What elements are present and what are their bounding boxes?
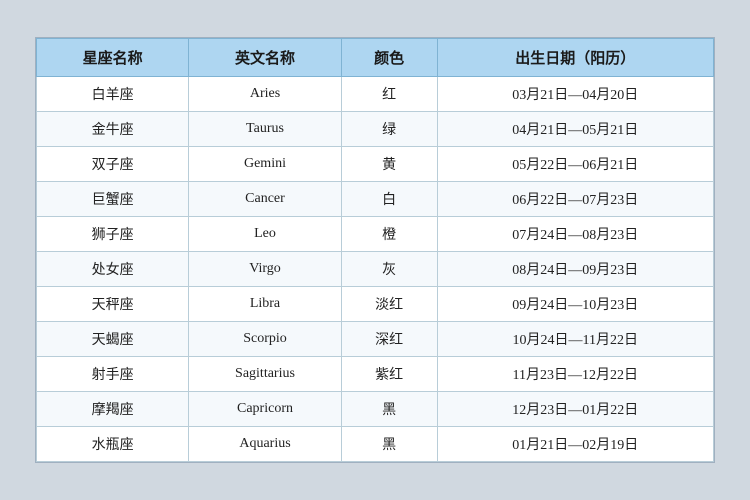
cell-english-name: Libra (189, 287, 341, 322)
cell-english-name: Cancer (189, 182, 341, 217)
cell-chinese-name: 狮子座 (37, 217, 189, 252)
cell-dates: 11月23日—12月22日 (437, 357, 713, 392)
cell-color: 淡红 (341, 287, 437, 322)
cell-chinese-name: 金牛座 (37, 112, 189, 147)
cell-chinese-name: 天秤座 (37, 287, 189, 322)
cell-color: 红 (341, 77, 437, 112)
cell-color: 灰 (341, 252, 437, 287)
cell-chinese-name: 白羊座 (37, 77, 189, 112)
cell-chinese-name: 射手座 (37, 357, 189, 392)
cell-color: 黑 (341, 392, 437, 427)
table-row: 射手座Sagittarius紫红11月23日—12月22日 (37, 357, 714, 392)
header-color: 颜色 (341, 39, 437, 77)
cell-english-name: Sagittarius (189, 357, 341, 392)
cell-color: 白 (341, 182, 437, 217)
cell-english-name: Taurus (189, 112, 341, 147)
header-dates: 出生日期（阳历） (437, 39, 713, 77)
cell-chinese-name: 天蝎座 (37, 322, 189, 357)
cell-dates: 03月21日—04月20日 (437, 77, 713, 112)
cell-color: 黑 (341, 427, 437, 462)
table-header-row: 星座名称 英文名称 颜色 出生日期（阳历） (37, 39, 714, 77)
cell-dates: 10月24日—11月22日 (437, 322, 713, 357)
cell-dates: 07月24日—08月23日 (437, 217, 713, 252)
zodiac-table: 星座名称 英文名称 颜色 出生日期（阳历） 白羊座Aries红03月21日—04… (36, 38, 714, 462)
cell-chinese-name: 处女座 (37, 252, 189, 287)
header-chinese-name: 星座名称 (37, 39, 189, 77)
cell-english-name: Gemini (189, 147, 341, 182)
cell-color: 橙 (341, 217, 437, 252)
cell-color: 紫红 (341, 357, 437, 392)
table-row: 狮子座Leo橙07月24日—08月23日 (37, 217, 714, 252)
table-row: 金牛座Taurus绿04月21日—05月21日 (37, 112, 714, 147)
cell-english-name: Aquarius (189, 427, 341, 462)
table-row: 天秤座Libra淡红09月24日—10月23日 (37, 287, 714, 322)
cell-dates: 12月23日—01月22日 (437, 392, 713, 427)
table-body: 白羊座Aries红03月21日—04月20日金牛座Taurus绿04月21日—0… (37, 77, 714, 462)
table-row: 白羊座Aries红03月21日—04月20日 (37, 77, 714, 112)
cell-english-name: Capricorn (189, 392, 341, 427)
cell-dates: 04月21日—05月21日 (437, 112, 713, 147)
cell-dates: 08月24日—09月23日 (437, 252, 713, 287)
cell-english-name: Leo (189, 217, 341, 252)
header-english-name: 英文名称 (189, 39, 341, 77)
cell-chinese-name: 双子座 (37, 147, 189, 182)
zodiac-table-container: 星座名称 英文名称 颜色 出生日期（阳历） 白羊座Aries红03月21日—04… (35, 37, 715, 463)
cell-dates: 01月21日—02月19日 (437, 427, 713, 462)
cell-color: 黄 (341, 147, 437, 182)
cell-dates: 06月22日—07月23日 (437, 182, 713, 217)
cell-color: 绿 (341, 112, 437, 147)
table-row: 摩羯座Capricorn黑12月23日—01月22日 (37, 392, 714, 427)
cell-dates: 05月22日—06月21日 (437, 147, 713, 182)
table-row: 处女座Virgo灰08月24日—09月23日 (37, 252, 714, 287)
table-row: 天蝎座Scorpio深红10月24日—11月22日 (37, 322, 714, 357)
cell-chinese-name: 水瓶座 (37, 427, 189, 462)
table-row: 巨蟹座Cancer白06月22日—07月23日 (37, 182, 714, 217)
table-row: 双子座Gemini黄05月22日—06月21日 (37, 147, 714, 182)
cell-chinese-name: 摩羯座 (37, 392, 189, 427)
cell-english-name: Virgo (189, 252, 341, 287)
cell-english-name: Aries (189, 77, 341, 112)
cell-dates: 09月24日—10月23日 (437, 287, 713, 322)
cell-color: 深红 (341, 322, 437, 357)
cell-english-name: Scorpio (189, 322, 341, 357)
cell-chinese-name: 巨蟹座 (37, 182, 189, 217)
table-row: 水瓶座Aquarius黑01月21日—02月19日 (37, 427, 714, 462)
